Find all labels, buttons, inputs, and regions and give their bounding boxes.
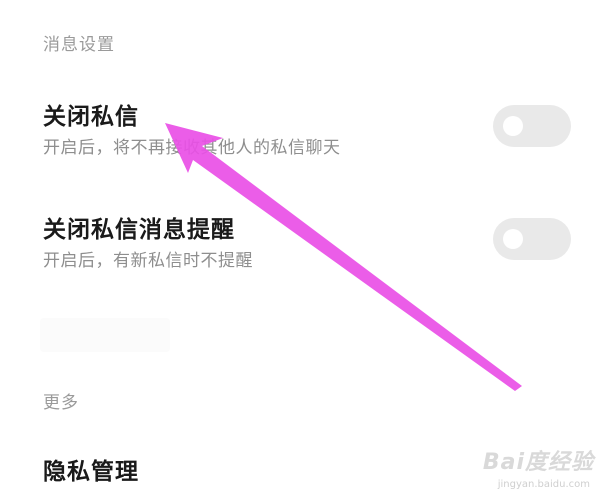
section-header-more: 更多 [43,393,79,413]
blurred-area [40,318,170,352]
watermark-logo: Bai度经验 [482,450,594,475]
close-message-reminder-toggle[interactable] [493,218,571,260]
setting-row-close-message-reminder[interactable]: 关闭私信消息提醒 开启后，有新私信时不提醒 [43,210,583,280]
toggle-knob [503,229,523,249]
setting-title: 关闭私信 [43,104,139,130]
watermark-url: jingyan.baidu.com [497,479,590,490]
privacy-management-item[interactable]: 隐私管理 [43,452,139,486]
setting-description: 开启后，将不再接收其他人的私信聊天 [43,138,341,158]
setting-title: 关闭私信消息提醒 [43,217,235,243]
setting-description: 开启后，有新私信时不提醒 [43,251,253,271]
toggle-knob [503,116,523,136]
setting-row-close-private-message[interactable]: 关闭私信 开启后，将不再接收其他人的私信聊天 [43,97,583,167]
section-header-message-settings: 消息设置 [43,35,115,55]
close-private-message-toggle[interactable] [493,105,571,147]
